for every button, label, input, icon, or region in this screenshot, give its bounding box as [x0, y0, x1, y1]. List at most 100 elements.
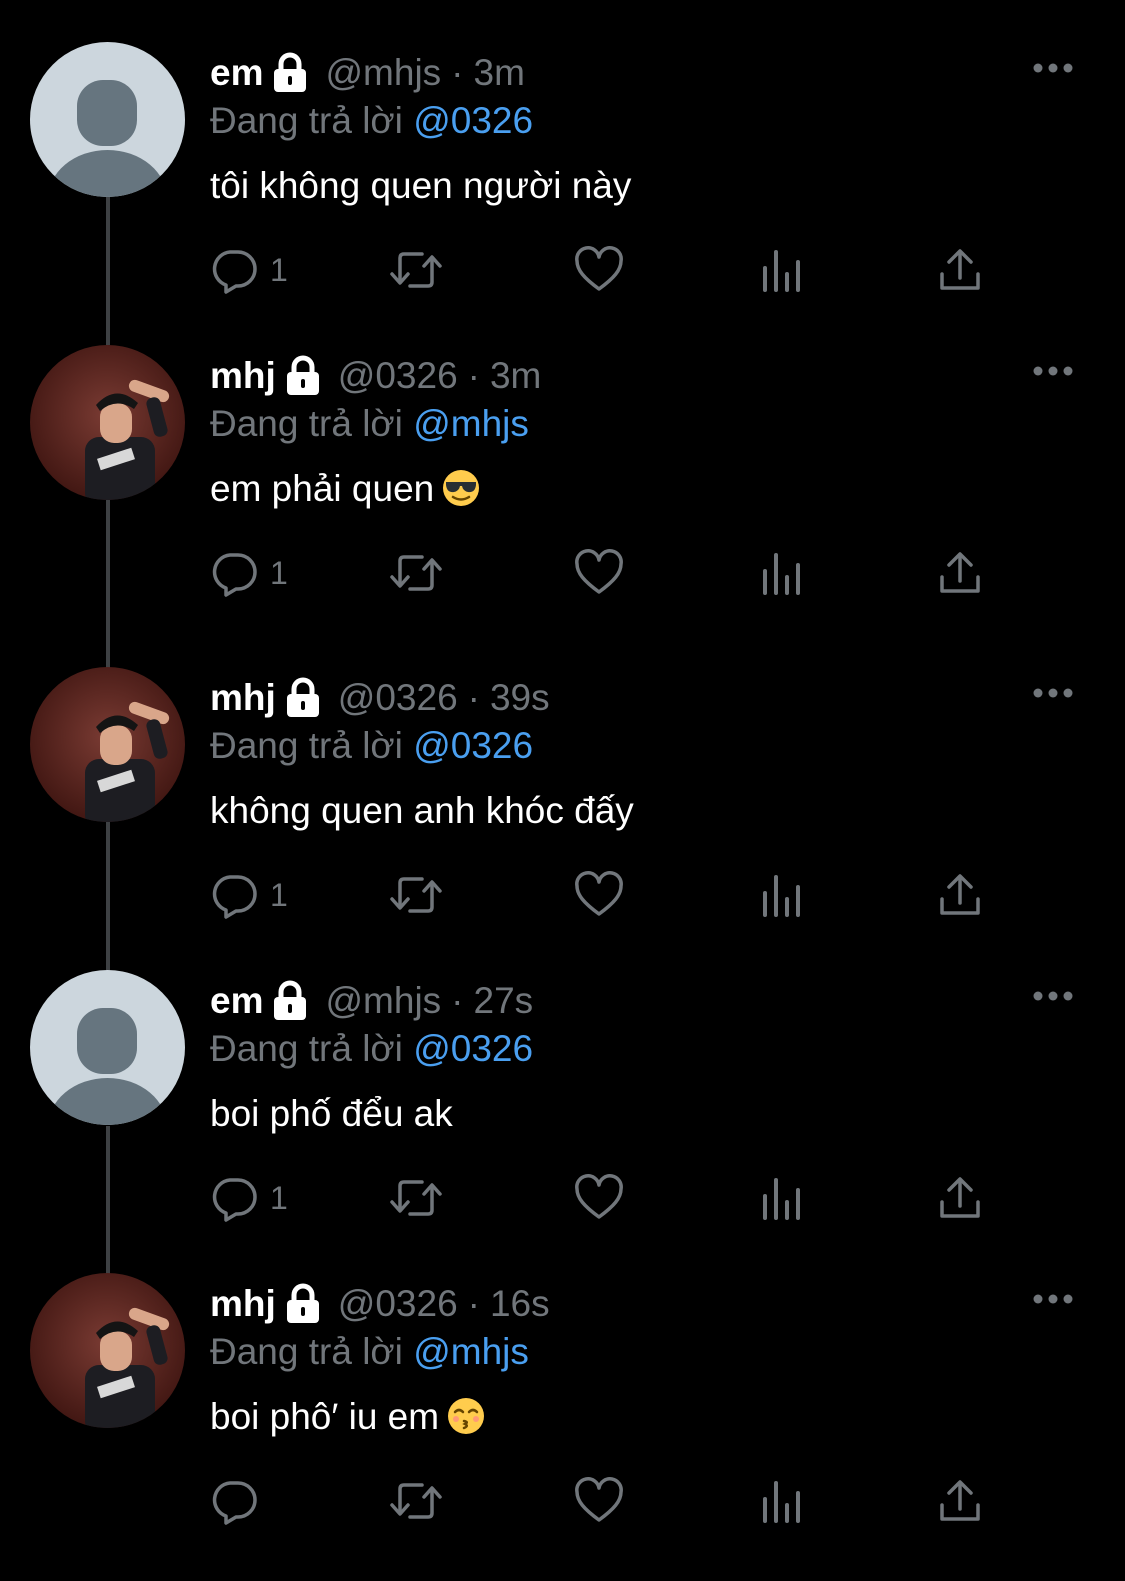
- display-name[interactable]: em: [210, 978, 263, 1024]
- more-icon[interactable]: [1030, 1287, 1076, 1311]
- like-button[interactable]: [574, 545, 624, 601]
- handle[interactable]: @mhjs: [325, 50, 441, 96]
- timestamp[interactable]: 27s: [474, 978, 534, 1024]
- like-icon: [574, 871, 624, 919]
- lock-icon: [271, 52, 309, 94]
- replying-to-label: Đang trả lời: [210, 1028, 403, 1069]
- replying-to-mention[interactable]: @0326: [413, 1028, 533, 1069]
- tweet-text-body: boi phố đểu ak: [210, 1093, 453, 1134]
- replying-to-label: Đang trả lời: [210, 1331, 403, 1372]
- reply-icon: [210, 1477, 258, 1525]
- retweet-icon: [388, 246, 444, 294]
- avatar[interactable]: [30, 42, 185, 197]
- smiling-face-with-sunglasses-emoji: [442, 469, 480, 507]
- share-button[interactable]: [938, 867, 982, 923]
- tweet[interactable]: mhj @0326 · 39s Đang trả lời @0326 không quen…: [0, 625, 1125, 928]
- retweet-icon: [388, 1174, 444, 1222]
- retweet-button[interactable]: [388, 242, 444, 298]
- share-button[interactable]: [938, 545, 982, 601]
- like-button[interactable]: [574, 1170, 624, 1226]
- replying-to: Đang trả lời @0326: [210, 1026, 533, 1072]
- like-button[interactable]: [574, 1473, 624, 1529]
- more-icon[interactable]: [1030, 984, 1076, 1008]
- share-button[interactable]: [938, 242, 982, 298]
- tweet-text-body: không quen anh khóc đấy: [210, 790, 634, 831]
- separator: ·: [467, 355, 480, 396]
- tweet-text-body: boi phô′ iu em: [210, 1396, 440, 1437]
- avatar[interactable]: [30, 970, 185, 1125]
- more-icon[interactable]: [1030, 56, 1076, 80]
- views-button[interactable]: [760, 242, 802, 298]
- action-bar: 1: [0, 545, 1125, 601]
- tweet-header: em @mhjs · 27s: [210, 978, 533, 1024]
- views-icon: [760, 871, 802, 919]
- handle[interactable]: @0326: [338, 353, 458, 399]
- views-icon: [760, 549, 802, 597]
- views-button[interactable]: [760, 867, 802, 923]
- tweet[interactable]: mhj @0326 · 3m Đang trả lời @mhjs em phải que…: [0, 303, 1125, 606]
- display-name[interactable]: mhj: [210, 353, 276, 399]
- views-button[interactable]: [760, 545, 802, 601]
- action-bar: 1: [0, 242, 1125, 298]
- reply-button[interactable]: 1: [210, 867, 288, 923]
- views-button[interactable]: [760, 1170, 802, 1226]
- tweet[interactable]: em @mhjs · 27s Đang trả lời @0326 boi phố đểu…: [0, 928, 1125, 1231]
- replying-to-mention[interactable]: @0326: [413, 100, 533, 141]
- tweet[interactable]: em @mhjs · 3m Đang trả lời @0326 tôi không qu…: [0, 0, 1125, 303]
- retweet-button[interactable]: [388, 1170, 444, 1226]
- tweet-text-body: em phải quen: [210, 468, 435, 509]
- reply-button[interactable]: [210, 1473, 270, 1529]
- replying-to-mention[interactable]: @mhjs: [413, 403, 529, 444]
- reply-button[interactable]: 1: [210, 545, 288, 601]
- retweet-icon: [388, 1477, 444, 1525]
- reply-count: 1: [270, 555, 288, 591]
- views-button[interactable]: [760, 1473, 802, 1529]
- tweet[interactable]: mhj @0326 · 16s Đang trả lời @mhjs boi phô′ i…: [0, 1231, 1125, 1534]
- timestamp[interactable]: 16s: [490, 1281, 550, 1327]
- share-button[interactable]: [938, 1170, 982, 1226]
- display-name[interactable]: mhj: [210, 675, 276, 721]
- timestamp[interactable]: 3m: [490, 353, 541, 399]
- handle[interactable]: @0326: [338, 675, 458, 721]
- reply-button[interactable]: 1: [210, 242, 288, 298]
- action-bar: [0, 1473, 1125, 1529]
- share-icon: [938, 1477, 982, 1525]
- timestamp[interactable]: 3m: [474, 50, 525, 96]
- views-icon: [760, 1174, 802, 1222]
- separator: ·: [451, 52, 464, 93]
- replying-to: Đang trả lời @mhjs: [210, 1329, 529, 1375]
- handle[interactable]: @mhjs: [325, 978, 441, 1024]
- avatar[interactable]: [30, 667, 185, 822]
- tweet-text: boi phố đểu ak: [210, 1090, 453, 1138]
- share-icon: [938, 871, 982, 919]
- retweet-button[interactable]: [388, 545, 444, 601]
- display-name[interactable]: mhj: [210, 1281, 276, 1327]
- replying-to-mention[interactable]: @mhjs: [413, 1331, 529, 1372]
- more-icon[interactable]: [1030, 681, 1076, 705]
- retweet-button[interactable]: [388, 867, 444, 923]
- avatar[interactable]: [30, 1273, 185, 1428]
- reply-icon: [210, 246, 258, 294]
- action-bar: 1: [0, 1170, 1125, 1226]
- separator: ·: [467, 677, 480, 718]
- retweet-button[interactable]: [388, 1473, 444, 1529]
- tweet-text: em phải quen: [210, 465, 480, 513]
- share-icon: [938, 246, 982, 294]
- timestamp[interactable]: 39s: [490, 675, 550, 721]
- display-name[interactable]: em: [210, 50, 263, 96]
- avatar[interactable]: [30, 345, 185, 500]
- replying-to-label: Đang trả lời: [210, 725, 403, 766]
- reply-icon: [210, 549, 258, 597]
- views-icon: [760, 246, 802, 294]
- reply-button[interactable]: 1: [210, 1170, 288, 1226]
- like-button[interactable]: [574, 867, 624, 923]
- handle[interactable]: @0326: [338, 1281, 458, 1327]
- like-button[interactable]: [574, 242, 624, 298]
- lock-icon: [284, 677, 322, 719]
- share-button[interactable]: [938, 1473, 982, 1529]
- more-icon[interactable]: [1030, 359, 1076, 383]
- share-icon: [938, 1174, 982, 1222]
- replying-to-mention[interactable]: @0326: [413, 725, 533, 766]
- separator: ·: [451, 980, 464, 1021]
- reply-icon: [210, 871, 258, 919]
